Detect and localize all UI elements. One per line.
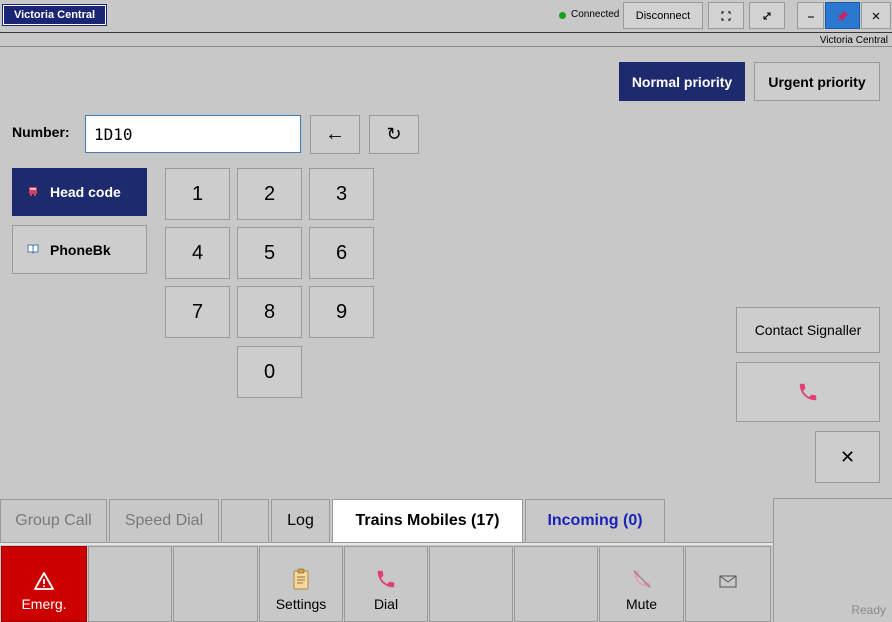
emergency-button[interactable]: Emerg.: [1, 546, 87, 622]
expand-icon: [763, 12, 771, 19]
contact-signaller-button[interactable]: Contact Signaller: [736, 307, 880, 353]
phonebook-label: PhoneBk: [50, 241, 111, 258]
title-bar: Victoria Central Connected Disconnect: [0, 0, 892, 33]
refresh-icon: ↻: [386, 124, 402, 144]
normal-priority-button[interactable]: Normal priority: [619, 62, 745, 101]
keypad-key-1[interactable]: 1: [165, 168, 230, 220]
mute-label: Mute: [625, 596, 658, 612]
keypad-key-2[interactable]: 2: [237, 168, 302, 220]
close-window-button[interactable]: [861, 2, 891, 29]
keypad-key-8[interactable]: 8: [237, 286, 302, 338]
connection-status-dot: [559, 12, 566, 19]
minimize-icon: [807, 16, 814, 17]
number-input[interactable]: [85, 115, 301, 153]
keypad-key-4[interactable]: 4: [165, 227, 230, 279]
emergency-label: Emerg.: [21, 596, 67, 612]
refresh-button[interactable]: ↻: [369, 115, 419, 154]
mute-phone-icon: [632, 570, 651, 588]
minimize-button[interactable]: [797, 2, 824, 29]
clipboard-icon: [293, 568, 309, 590]
location-label: Victoria Central: [819, 35, 888, 46]
tab-blank[interactable]: [221, 499, 269, 542]
dial-button[interactable]: Dial: [344, 546, 428, 622]
number-label: Number:: [12, 124, 70, 140]
phonebook-button[interactable]: PhoneBk: [12, 225, 147, 274]
tab-log[interactable]: Log: [271, 499, 330, 542]
keypad-key-6[interactable]: 6: [309, 227, 374, 279]
keypad-key-5[interactable]: 5: [237, 227, 302, 279]
phone-icon: [799, 383, 817, 401]
pin-button[interactable]: [825, 2, 860, 29]
backspace-arrow-icon: ←: [325, 123, 345, 145]
settings-label: Settings: [275, 596, 327, 612]
clear-icon: ✕: [839, 446, 856, 467]
disconnect-button[interactable]: Disconnect: [623, 2, 703, 29]
toolbar-slot-2[interactable]: [88, 546, 172, 622]
urgent-priority-button[interactable]: Urgent priority: [754, 62, 880, 101]
settings-button[interactable]: Settings: [259, 546, 343, 622]
call-button[interactable]: [736, 362, 880, 422]
pin-icon: [837, 10, 848, 21]
message-button[interactable]: [685, 546, 771, 622]
warning-icon: [34, 572, 54, 590]
phone-icon: [377, 570, 395, 588]
tab-group-call[interactable]: Group Call: [0, 499, 107, 542]
train-icon: [27, 185, 39, 200]
keypad-key-3[interactable]: 3: [309, 168, 374, 220]
toolbar-slot-6[interactable]: [429, 546, 513, 622]
backspace-button[interactable]: ←: [310, 115, 360, 154]
book-icon: [27, 242, 39, 257]
keypad-key-0[interactable]: 0: [237, 346, 302, 398]
keypad-key-7[interactable]: 7: [165, 286, 230, 338]
clear-button[interactable]: ✕: [815, 431, 880, 483]
location-bar: Victoria Central: [0, 34, 892, 47]
dial-label: Dial: [373, 596, 399, 612]
keypad-key-9[interactable]: 9: [309, 286, 374, 338]
head-code-button[interactable]: Head code: [12, 168, 147, 216]
status-panel: Ready: [773, 498, 892, 622]
tabs-divider: [0, 542, 773, 545]
fullscreen-button[interactable]: [708, 2, 744, 29]
toolbar-slot-3[interactable]: [173, 546, 258, 622]
expand-button[interactable]: [749, 2, 785, 29]
ready-status: Ready: [851, 603, 886, 617]
tab-incoming[interactable]: Incoming (0): [525, 499, 665, 542]
connection-status-text: Connected: [571, 9, 620, 20]
close-icon: [872, 12, 880, 19]
envelope-icon: [719, 575, 737, 587]
tab-trains-mobiles[interactable]: Trains Mobiles (17): [332, 499, 523, 542]
toolbar-slot-7[interactable]: [514, 546, 598, 622]
tab-speed-dial[interactable]: Speed Dial: [109, 499, 219, 542]
mute-button[interactable]: Mute: [599, 546, 684, 622]
fullscreen-icon: [721, 11, 731, 20]
app-name-badge: Victoria Central: [2, 4, 107, 26]
head-code-label: Head code: [50, 184, 121, 200]
